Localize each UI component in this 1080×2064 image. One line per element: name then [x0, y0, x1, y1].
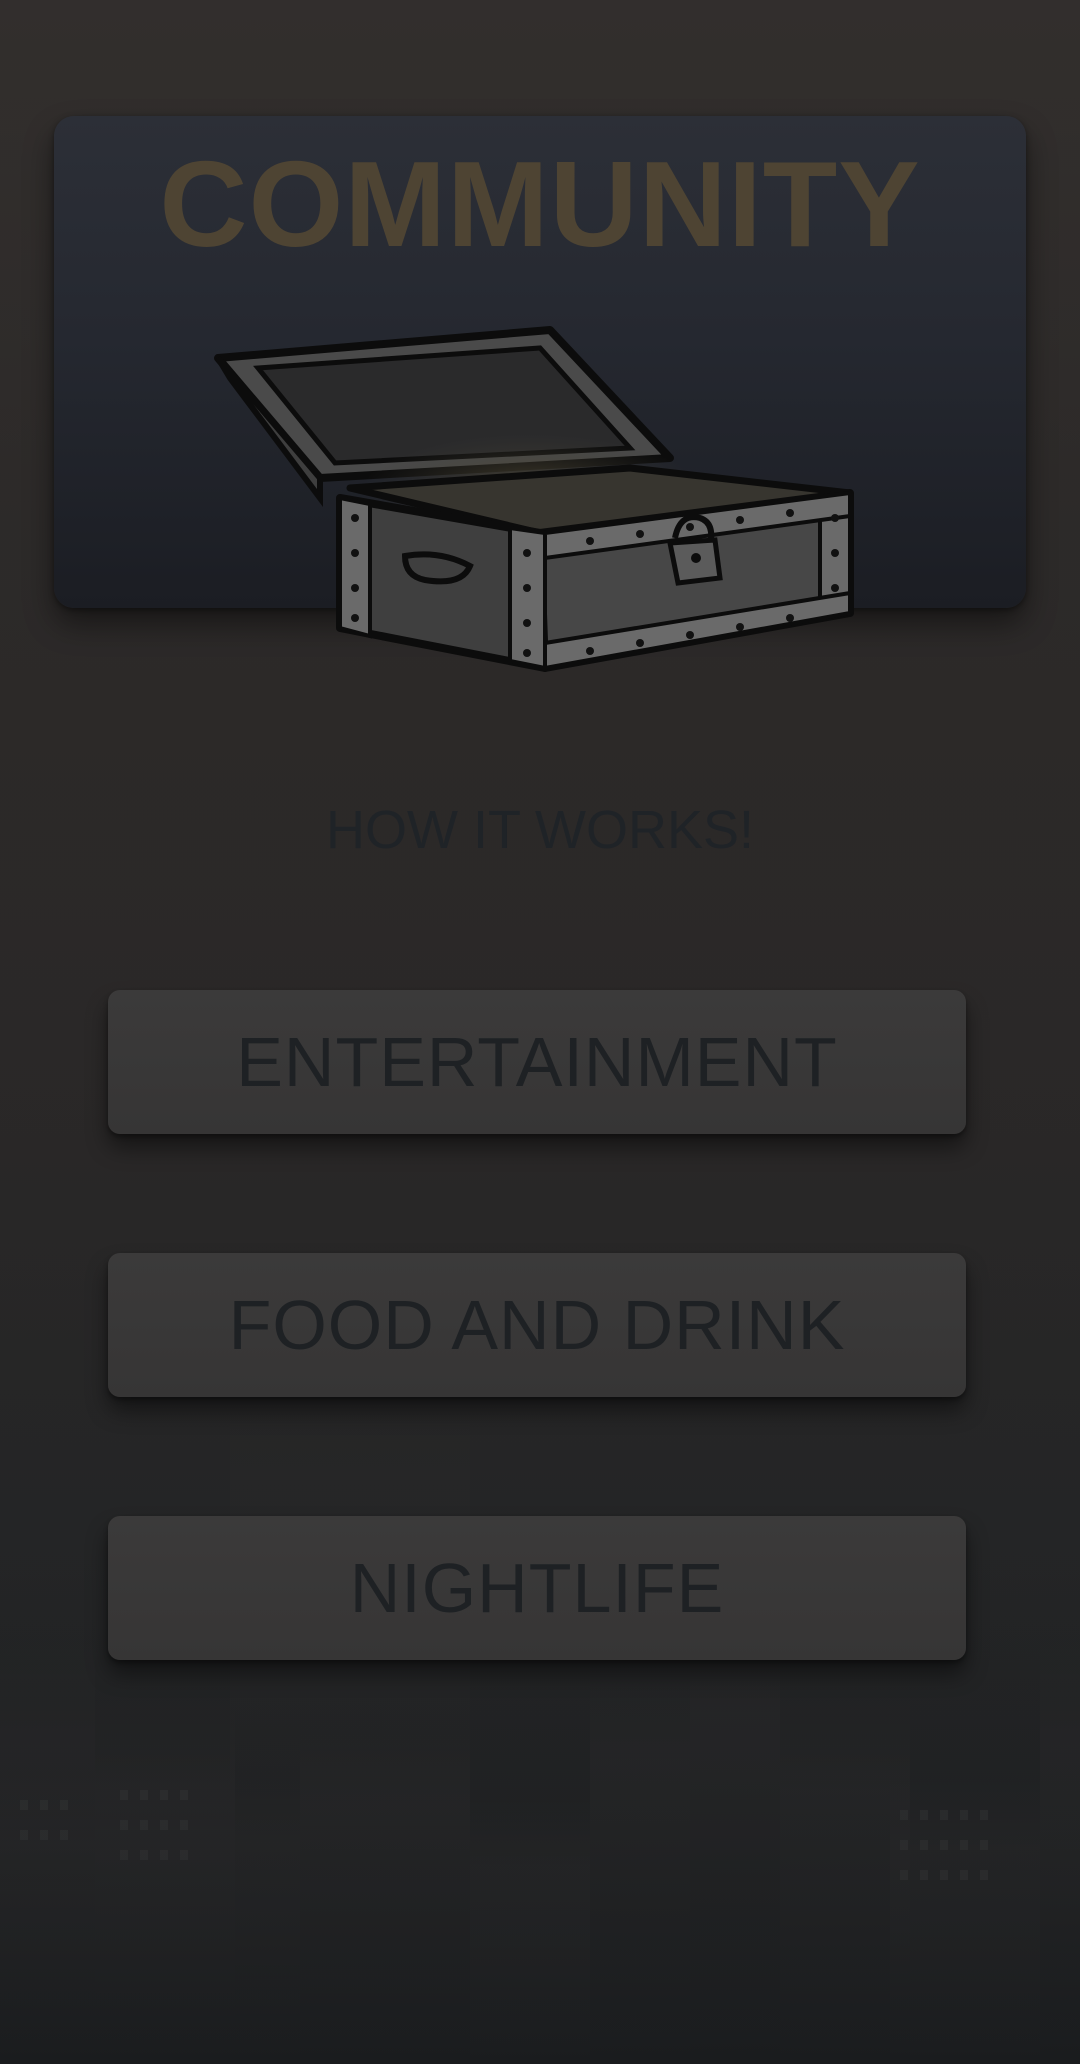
nightlife-button-label: NIGHTLIFE — [349, 1549, 725, 1627]
food-and-drink-button-label: FOOD AND DRINK — [228, 1286, 846, 1364]
entertainment-button-label: ENTERTAINMENT — [236, 1023, 838, 1101]
entertainment-button[interactable]: ENTERTAINMENT — [108, 990, 966, 1134]
food-and-drink-button[interactable]: FOOD AND DRINK — [108, 1253, 966, 1397]
nightlife-button[interactable]: NIGHTLIFE — [108, 1516, 966, 1660]
page-title: COMMUNITY — [159, 136, 921, 272]
treasure-chest-icon — [214, 326, 854, 672]
how-it-works-link[interactable]: HOW IT WORKS! — [0, 795, 1080, 865]
